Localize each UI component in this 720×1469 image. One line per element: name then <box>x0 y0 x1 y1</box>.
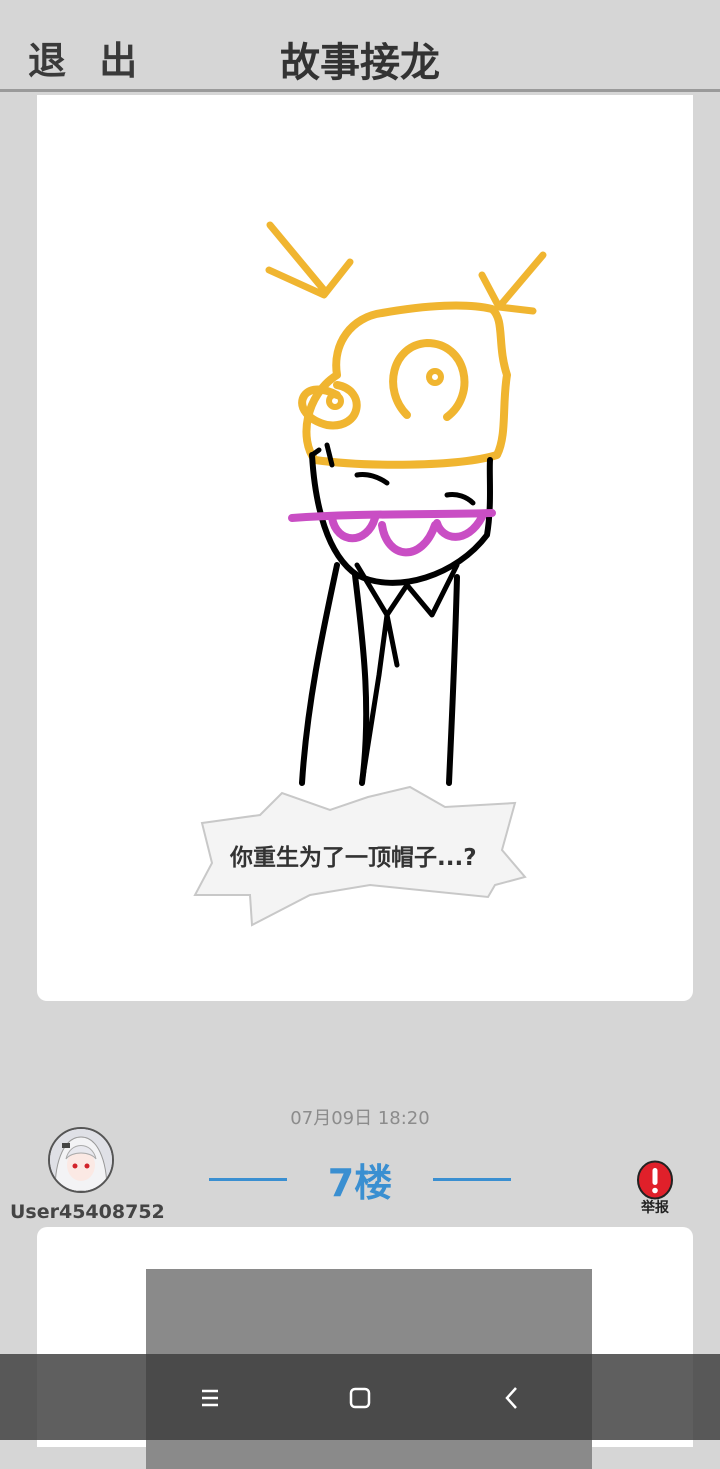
back-chevron-icon <box>505 1387 517 1409</box>
system-nav-bar <box>0 1354 720 1440</box>
post-timestamp: 07月09日 18:20 <box>290 1108 430 1129</box>
menu-button[interactable] <box>190 1382 230 1414</box>
report-button[interactable]: 举报 <box>633 1160 677 1224</box>
home-button[interactable] <box>340 1382 380 1414</box>
exclamation-circle-icon <box>637 1160 673 1200</box>
page-title: 故事接龙 <box>280 40 440 86</box>
floor-divider-left <box>209 1178 287 1181</box>
back-button[interactable] <box>492 1382 532 1414</box>
home-square-icon <box>349 1387 371 1409</box>
speech-bubble-text: 你重生为了一顶帽子...? <box>230 845 477 871</box>
floor-number: 7楼 <box>327 1161 393 1205</box>
floor-divider-right <box>433 1178 511 1181</box>
user-avatar[interactable] <box>48 1127 114 1193</box>
username[interactable]: User45408752 <box>10 1201 165 1223</box>
anime-avatar-icon <box>50 1129 112 1191</box>
menu-icon <box>202 1389 218 1407</box>
report-label: 举报 <box>641 1200 669 1216</box>
top-bar: 退 出 故事接龙 <box>0 0 720 92</box>
